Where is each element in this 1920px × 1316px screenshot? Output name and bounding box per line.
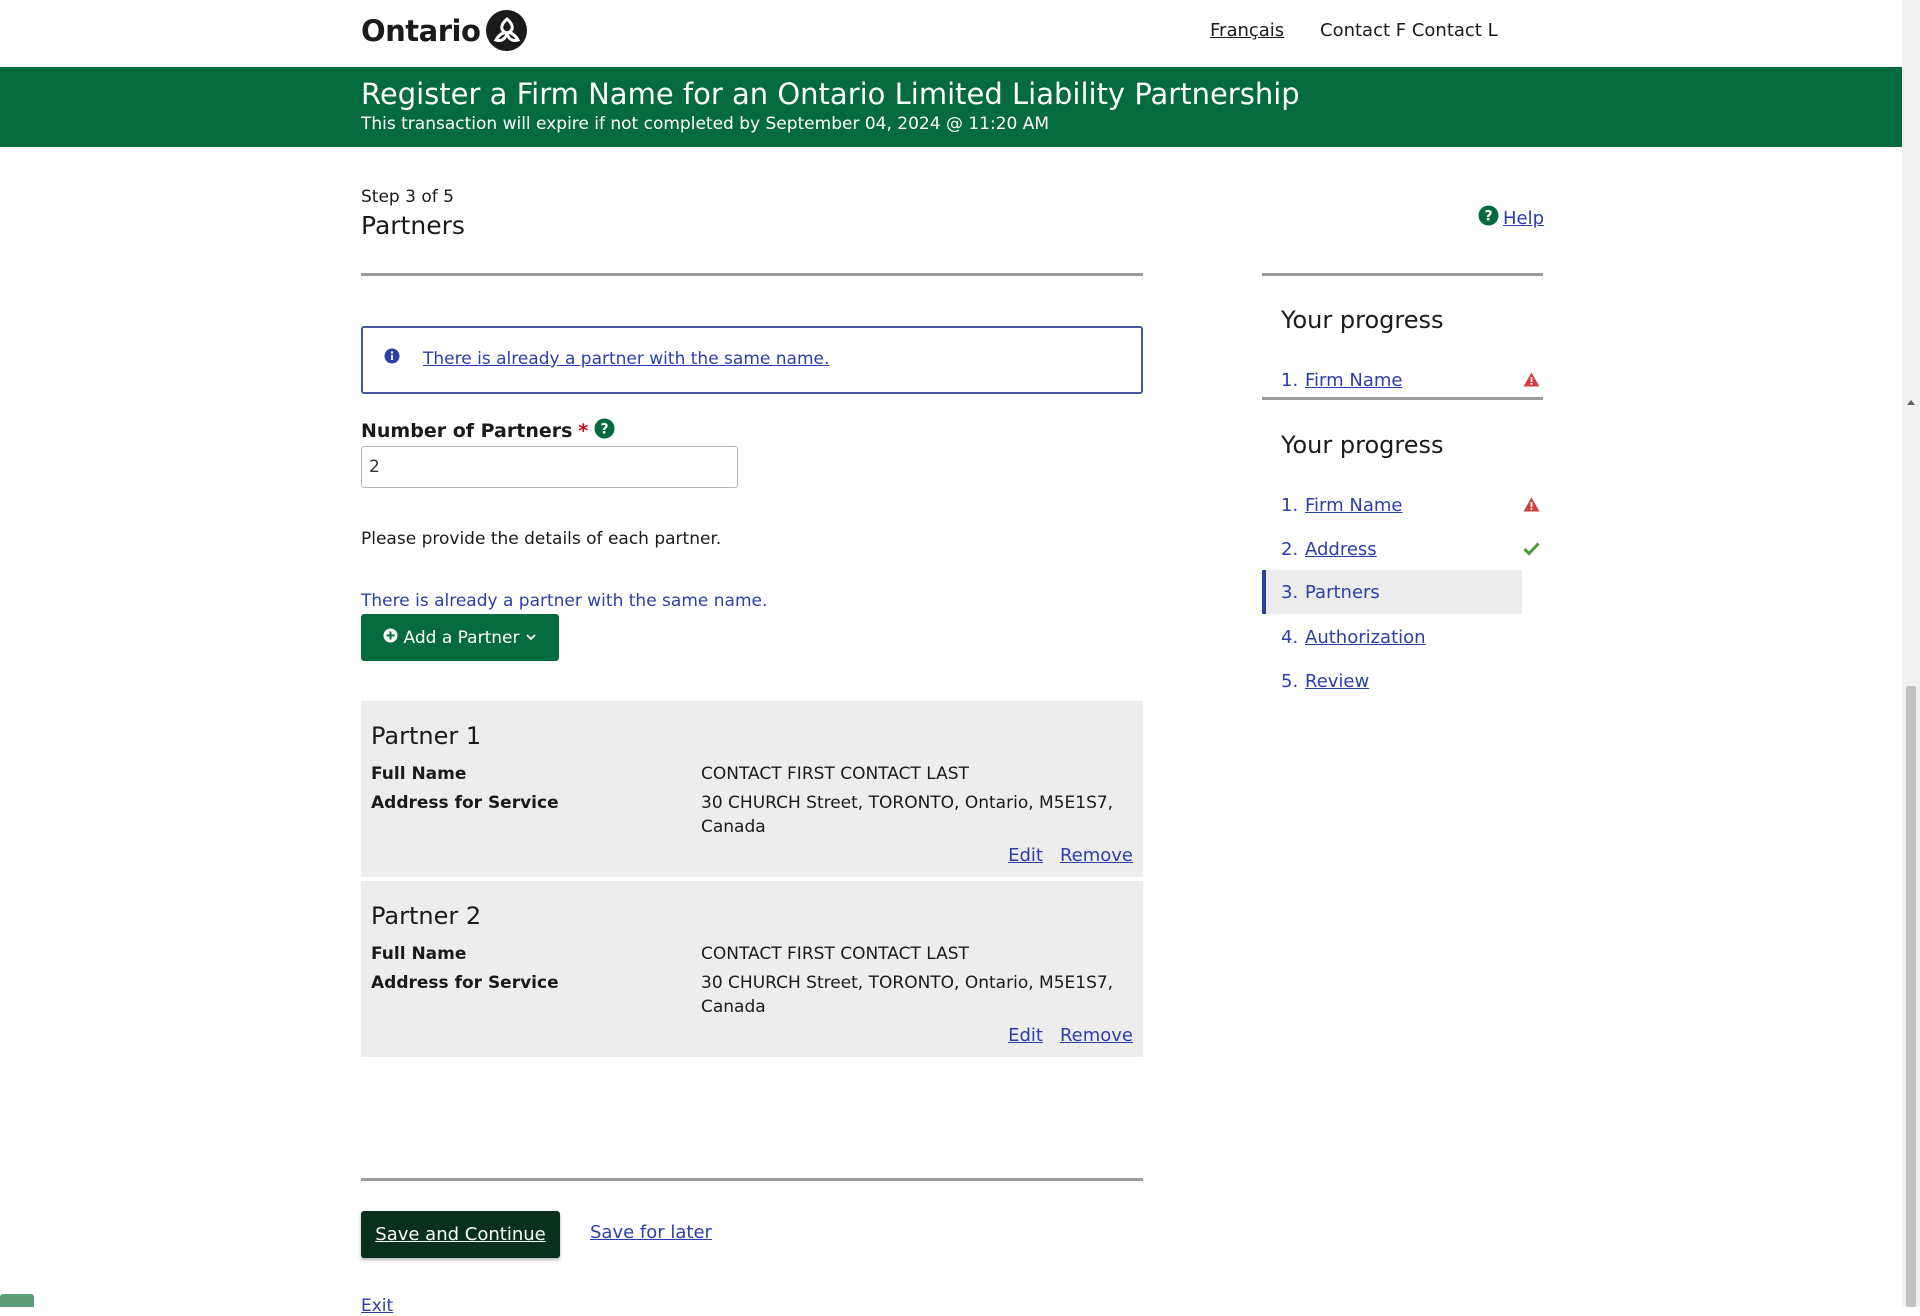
partner-actions: Edit Remove <box>1008 1025 1133 1046</box>
progress-item-number: 1. <box>1281 369 1299 391</box>
chevron-down-icon <box>525 628 537 648</box>
help-link-label[interactable]: Help <box>1503 208 1544 229</box>
progress-item-firm-name[interactable]: 1. Firm Name <box>1262 358 1540 402</box>
scroll-up-icon[interactable] <box>1907 400 1915 405</box>
partner-card: Partner 2 Full Name CONTACT FIRST CONTAC… <box>361 881 1143 1057</box>
banner-title: Register a Firm Name for an Ontario Limi… <box>361 77 1300 111</box>
svg-text:?: ? <box>601 422 609 438</box>
plus-circle-icon <box>383 628 398 648</box>
logo-text: Ontario <box>361 13 481 48</box>
partner-instructions: Please provide the details of each partn… <box>361 529 722 549</box>
mini-progress-divider <box>1262 397 1543 400</box>
address-label: Address for Service <box>371 793 559 813</box>
step-indicator: Step 3 of 5 <box>361 187 454 207</box>
progress-item-label: Partners <box>1305 581 1380 603</box>
progress-item-label[interactable]: Firm Name <box>1305 495 1403 516</box>
help-link[interactable]: ? Help <box>1478 205 1544 231</box>
partner-title: Partner 2 <box>371 902 482 930</box>
warning-icon <box>1523 371 1540 392</box>
field-help-icon[interactable]: ? <box>594 418 615 444</box>
address-value: 30 CHURCH Street, TORONTO, Ontario, M5E1… <box>701 793 1114 837</box>
progress-item-number: 4. <box>1281 626 1299 648</box>
progress-item-label[interactable]: Authorization <box>1305 627 1426 648</box>
progress-heading: Your progress <box>1281 431 1444 459</box>
progress-item-number: 3. <box>1281 581 1299 603</box>
user-name[interactable]: Contact F Contact L <box>1320 20 1498 41</box>
save-and-continue-button[interactable]: Save and Continue <box>361 1211 560 1258</box>
progress-item-partners[interactable]: 3. Partners <box>1262 570 1522 614</box>
edit-partner-link[interactable]: Edit <box>1008 1025 1043 1046</box>
footer-divider <box>361 1178 1143 1181</box>
add-partner-label: Add a Partner <box>403 627 520 648</box>
full-name-value: CONTACT FIRST CONTACT LAST <box>701 764 969 784</box>
remove-partner-link[interactable]: Remove <box>1060 1025 1133 1046</box>
page-title: Partners <box>361 211 465 240</box>
transaction-banner: Register a Firm Name for an Ontario Limi… <box>0 67 1902 147</box>
number-of-partners-label: Number of Partners * ? <box>361 418 615 444</box>
banner-expiry-text: This transaction will expire if not comp… <box>361 114 1050 134</box>
add-partner-button[interactable]: Add a Partner <box>361 614 559 661</box>
checkmark-icon <box>1523 540 1540 561</box>
svg-text:?: ? <box>1484 209 1492 225</box>
address-value: 30 CHURCH Street, TORONTO, Ontario, M5E1… <box>701 973 1114 1017</box>
partner-card: Partner 1 Full Name CONTACT FIRST CONTAC… <box>361 701 1143 877</box>
progress-item-review[interactable]: 5. Review <box>1262 659 1522 703</box>
progress-item-number: 1. <box>1281 494 1299 516</box>
ontario-logo[interactable]: Ontario <box>361 10 528 51</box>
sidebar-divider <box>1262 273 1543 276</box>
page-scrollbar[interactable] <box>1902 0 1920 1307</box>
site-header: Ontario Français Contact F Contact L <box>0 0 1902 67</box>
progress-item-label[interactable]: Firm Name <box>1305 370 1403 391</box>
progress-item-number: 5. <box>1281 670 1299 692</box>
question-circle-icon: ? <box>1478 205 1499 231</box>
exit-link[interactable]: Exit <box>361 1296 393 1316</box>
progress-item-firm-name[interactable]: 1. Firm Name <box>1262 483 1540 527</box>
partner-title: Partner 1 <box>371 722 482 750</box>
progress-item-label[interactable]: Review <box>1305 671 1369 692</box>
progress-item-authorization[interactable]: 4. Authorization <box>1262 615 1522 659</box>
scrollbar-thumb[interactable] <box>1906 686 1916 1307</box>
partner-actions: Edit Remove <box>1008 845 1133 866</box>
progress-heading: Your progress <box>1281 306 1444 334</box>
info-alert: There is already a partner with the same… <box>361 326 1143 394</box>
duplicate-partner-error: There is already a partner with the same… <box>361 591 768 611</box>
save-for-later-link[interactable]: Save for later <box>590 1222 712 1243</box>
full-name-label: Full Name <box>371 944 467 964</box>
full-name-value: CONTACT FIRST CONTACT LAST <box>701 944 969 964</box>
full-name-label: Full Name <box>371 764 467 784</box>
back-to-top-button[interactable] <box>0 1294 34 1307</box>
progress-item-label[interactable]: Address <box>1305 539 1377 560</box>
address-label: Address for Service <box>371 973 559 993</box>
number-of-partners-label-text: Number of Partners <box>361 420 573 442</box>
trillium-icon <box>486 10 528 51</box>
alert-message-link[interactable]: There is already a partner with the same… <box>423 349 829 369</box>
main-divider <box>361 273 1143 276</box>
progress-item-address[interactable]: 2. Address <box>1262 527 1540 571</box>
language-toggle-link[interactable]: Français <box>1210 20 1284 41</box>
edit-partner-link[interactable]: Edit <box>1008 845 1043 866</box>
remove-partner-link[interactable]: Remove <box>1060 845 1133 866</box>
number-of-partners-input[interactable] <box>361 446 738 488</box>
info-circle-icon <box>384 348 400 368</box>
required-marker: * <box>578 420 589 442</box>
warning-icon <box>1523 496 1540 517</box>
progress-item-number: 2. <box>1281 538 1299 560</box>
